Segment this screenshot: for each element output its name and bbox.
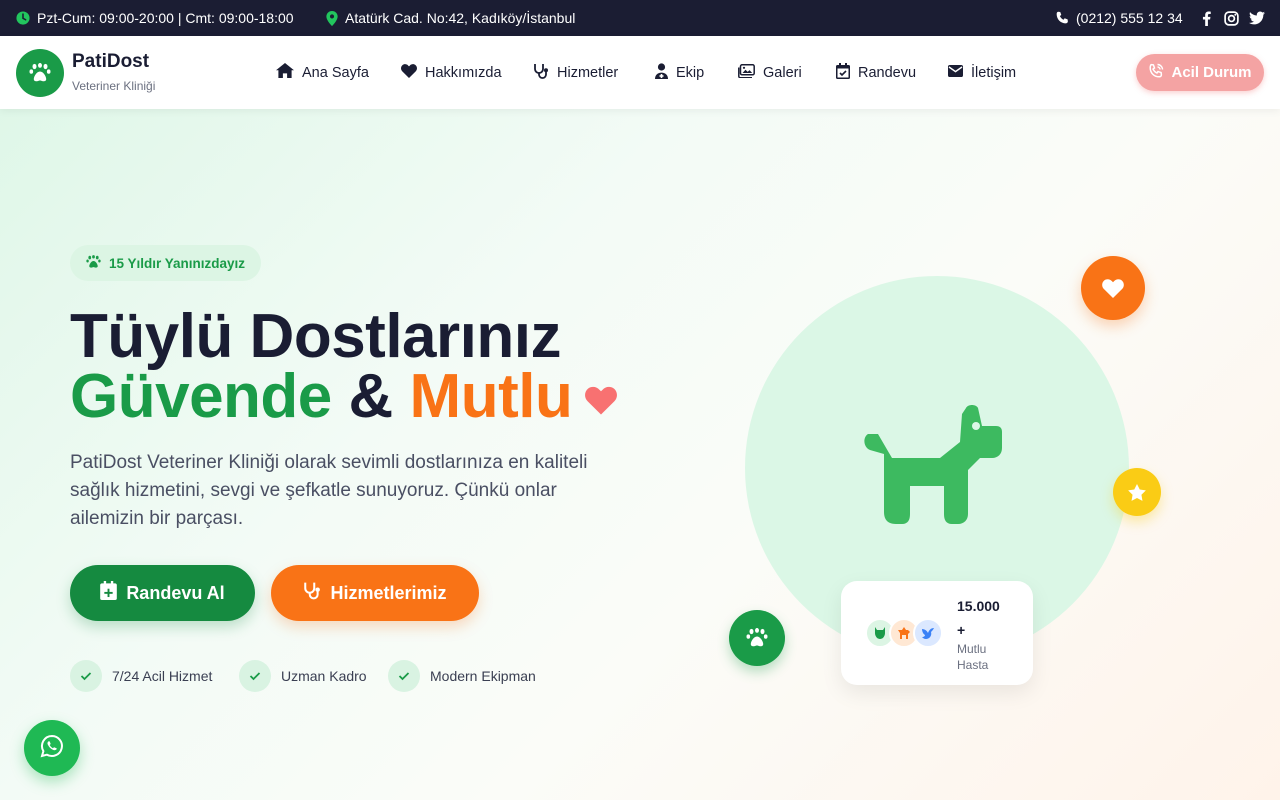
nav-label: Galeri: [763, 64, 802, 81]
envelope-icon: [948, 64, 963, 81]
nav-hakkimizda[interactable]: Hakkımızda: [401, 36, 502, 109]
paw-icon: [86, 254, 101, 272]
feature-label: 7/24 Acil Hizmet: [112, 668, 213, 684]
nav-galeri[interactable]: Galeri: [738, 36, 802, 109]
dog-icon: [860, 400, 1012, 541]
doctor-icon: [655, 62, 668, 83]
heart-decoration-icon: [585, 386, 617, 420]
hero-description: PatiDost Veteriner Kliniği olarak seviml…: [70, 452, 588, 529]
nav-hizmetler[interactable]: Hizmetler: [533, 36, 618, 109]
whatsapp-icon: [40, 734, 64, 763]
book-appointment-button[interactable]: Randevu Al: [70, 565, 255, 621]
nav-label: Hakkımızda: [425, 64, 502, 81]
check-icon: [388, 660, 420, 692]
bird-avatar-icon: [913, 618, 943, 648]
calendar-icon: [836, 62, 850, 83]
calendar-plus-icon: [100, 581, 118, 605]
phone-volume-icon: [1148, 63, 1164, 83]
home-icon: [276, 63, 294, 82]
images-icon: [738, 63, 755, 82]
whatsapp-button[interactable]: [24, 720, 80, 776]
nav-label: Ana Sayfa: [302, 64, 369, 81]
nav-label: Hizmetler: [557, 64, 619, 81]
opening-hours: Pzt-Cum: 09:00-20:00 | Cmt: 09:00-18:00: [16, 0, 294, 36]
main-header: PatiDost Veteriner Kliniği Ana Sayfa Hak…: [0, 36, 1280, 109]
feature-emergency: 7/24 Acil Hizmet: [70, 660, 212, 692]
brand-subtitle: Veteriner Kliniği: [72, 79, 156, 93]
patients-label: Mutlu Hasta: [957, 642, 989, 672]
hero-title-amp: &: [348, 362, 394, 431]
phone-text: (0212) 555 12 34: [1076, 10, 1183, 26]
emergency-label: Acil Durum: [1171, 64, 1252, 81]
feature-expert-staff: Uzman Kadro: [239, 660, 367, 692]
badge-text: 15 Yıldır Yanınızdayız: [109, 255, 246, 271]
hero-title-orange: Mutlu: [409, 362, 573, 431]
feature-label: Uzman Kadro: [281, 668, 367, 684]
twitter-icon: [1249, 11, 1265, 25]
stethoscope-icon: [533, 63, 549, 83]
nav-randevu[interactable]: Randevu: [836, 36, 916, 109]
logo-paw-icon[interactable]: [16, 49, 64, 97]
instagram-link[interactable]: [1224, 0, 1239, 36]
top-info-bar: Pzt-Cum: 09:00-20:00 | Cmt: 09:00-18:00 …: [0, 0, 1280, 36]
feature-modern-equipment: Modern Ekipman: [388, 660, 536, 692]
nav-ana-sayfa[interactable]: Ana Sayfa: [276, 36, 369, 109]
happy-patients-card: 15.000 + Mutlu Hasta: [841, 581, 1033, 685]
phone-link[interactable]: (0212) 555 12 34: [1055, 0, 1183, 36]
feature-label: Modern Ekipman: [430, 668, 536, 684]
nav-iletisim[interactable]: İletişim: [948, 36, 1016, 109]
paw-badge-icon: [729, 610, 785, 666]
location-pin-icon: [326, 10, 338, 26]
star-badge-icon: [1113, 468, 1161, 516]
our-services-label: Hizmetlerimiz: [330, 582, 447, 603]
brand-name[interactable]: PatiDost: [72, 51, 149, 73]
phone-icon: [1055, 11, 1069, 25]
opening-hours-text: Pzt-Cum: 09:00-20:00 | Cmt: 09:00-18:00: [37, 10, 294, 26]
heart-icon: [401, 63, 417, 82]
address-text: Atatürk Cad. No:42, Kadıköy/İstanbul: [345, 10, 576, 26]
heart-badge-icon: [1081, 256, 1145, 320]
emergency-button[interactable]: Acil Durum: [1136, 54, 1264, 91]
address: Atatürk Cad. No:42, Kadıköy/İstanbul: [326, 0, 575, 36]
nav-label: İletişim: [971, 64, 1017, 81]
experience-badge: 15 Yıldır Yanınızdayız: [70, 245, 262, 281]
our-services-button[interactable]: Hizmetlerimiz: [271, 565, 479, 621]
nav-label: Ekip: [676, 64, 705, 81]
book-appointment-label: Randevu Al: [126, 582, 225, 603]
nav-ekip[interactable]: Ekip: [655, 36, 704, 109]
check-icon: [70, 660, 102, 692]
check-icon: [239, 660, 271, 692]
facebook-icon: [1202, 10, 1211, 26]
nav-label: Randevu: [858, 64, 917, 81]
hero-title-line1: Tüylü Dostlarınız: [70, 302, 561, 371]
hero-title-line2: Güvende & Mutlu: [70, 366, 573, 428]
stethoscope-icon: [303, 581, 321, 605]
patients-plus: +: [957, 622, 966, 638]
clock-icon: [16, 11, 30, 25]
twitter-link[interactable]: [1249, 0, 1265, 36]
instagram-icon: [1224, 10, 1239, 26]
patients-count: 15.000: [957, 598, 1000, 614]
hero-title-green: Güvende: [70, 362, 332, 431]
facebook-link[interactable]: [1202, 0, 1211, 36]
